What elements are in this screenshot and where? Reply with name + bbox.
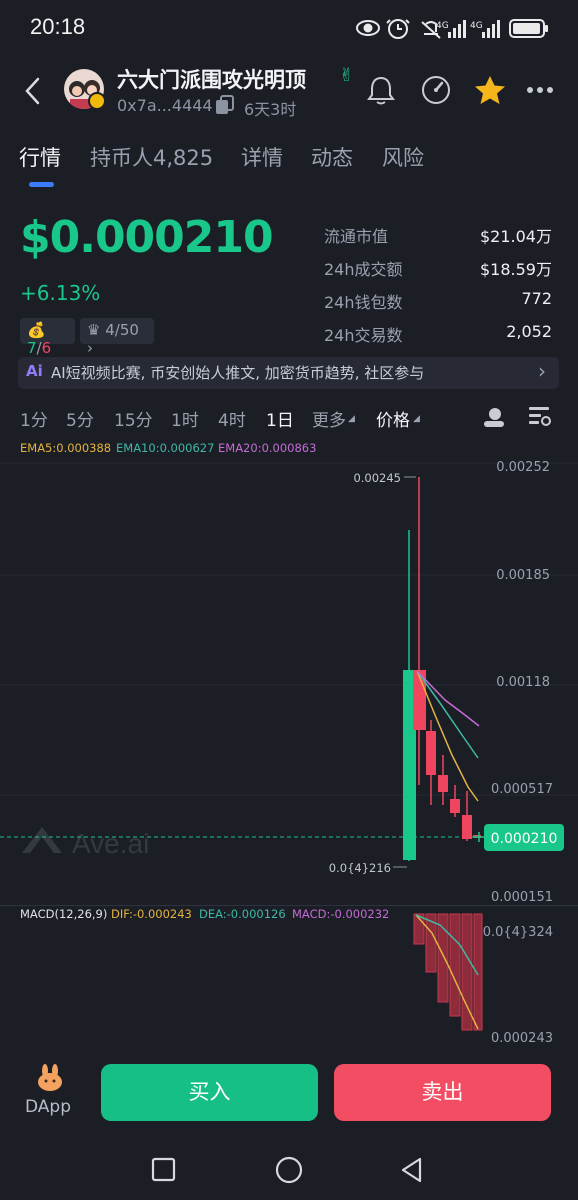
stat-trades: 24h交易数 2,052	[324, 322, 552, 345]
candle-down	[426, 731, 436, 775]
recent-apps-icon[interactable]	[151, 1157, 177, 1183]
price-change: +6.13%	[20, 281, 101, 305]
bnb-chain-icon	[88, 92, 106, 110]
action-bar: DApp 买入 卖出	[0, 1045, 578, 1133]
candlestick-chart[interactable]: Ave.ai 0.00245 0.0{4}216 0.00252 0.00185…	[0, 455, 578, 905]
crosshair-icon	[474, 832, 484, 842]
tf-more[interactable]: 更多	[312, 406, 346, 431]
tf-15m[interactable]: 15分	[114, 406, 153, 431]
back-arrow-icon[interactable]	[22, 76, 44, 106]
crown-icon: ♛	[87, 321, 101, 339]
axis-label: 0.00185	[496, 568, 550, 583]
token-name: 六大门派围攻光明顶	[117, 68, 306, 92]
status-icons: 4G 4G	[356, 19, 548, 39]
ai-summary-text: AI短视频比赛, 币安创始人推文, 加密货币趋势, 社区参与	[51, 364, 425, 382]
high-price-label: 0.00245	[353, 471, 401, 485]
money-bag-icon: 💰	[27, 321, 46, 339]
tab-details[interactable]: 详情	[241, 142, 283, 172]
tab-market[interactable]: 行情	[19, 142, 61, 172]
token-header: 六大门派围攻光明顶 ✌ 0x7a...4444 6天3时	[0, 56, 578, 128]
axis-label: 0.00118	[496, 675, 550, 690]
svg-text:Ave.ai: Ave.ai	[72, 828, 149, 859]
more-options-icon[interactable]	[526, 86, 554, 94]
tab-holders[interactable]: 持币人4,825	[90, 142, 213, 172]
tab-bar: 行情 持币人4,825 详情 动态 风险	[0, 138, 578, 190]
ai-icon: Ai	[26, 362, 43, 380]
stat-market-cap: 流通市值 $21.04万	[324, 227, 552, 246]
candle-down	[462, 815, 472, 839]
speed-gauge-icon[interactable]	[419, 74, 453, 106]
tf-4h[interactable]: 4时	[218, 406, 246, 431]
home-icon[interactable]	[274, 1155, 304, 1185]
candles	[403, 477, 481, 861]
tf-5m[interactable]: 5分	[66, 406, 94, 431]
ema10-label: EMA10:0.000627	[116, 441, 215, 455]
back-icon[interactable]	[398, 1156, 426, 1184]
ranking-chip[interactable]: ♛ 4/50 ›	[80, 318, 154, 357]
candle-down	[450, 799, 460, 813]
svg-text:4G: 4G	[470, 21, 483, 31]
macd-chart[interactable]: 0.0{4}324 0.000243	[0, 905, 578, 1045]
chart-settings-icon[interactable]	[527, 404, 553, 430]
copy-icon[interactable]	[214, 94, 236, 116]
favorite-star-icon[interactable]	[473, 74, 507, 106]
macd-axis-top: 0.0{4}324	[483, 925, 553, 940]
tf-price[interactable]: 价格	[376, 406, 410, 431]
chevron-right-icon: ›	[538, 359, 546, 383]
more-dropdown-icon: ◢	[348, 414, 355, 424]
candle-down	[438, 775, 448, 792]
macd-histogram	[413, 913, 483, 1031]
token-address[interactable]: 0x7a...4444	[117, 96, 213, 115]
verified-hand-icon: ✌	[339, 65, 355, 86]
tf-1h[interactable]: 1时	[171, 406, 199, 431]
indicator-toggle-icon[interactable]	[481, 404, 507, 430]
tab-risk[interactable]: 风险	[382, 142, 424, 172]
dapp-button[interactable]: DApp	[22, 1057, 78, 1123]
svg-text:4G: 4G	[436, 21, 449, 31]
token-age: 6天3时	[244, 100, 297, 119]
tf-1m[interactable]: 1分	[20, 406, 48, 431]
price-dropdown-icon: ◢	[413, 414, 420, 424]
status-bar: 20:18 4G 4G	[0, 0, 578, 56]
axis-label: 0.00252	[496, 460, 550, 475]
chevron-right-icon: ›	[87, 339, 93, 357]
tax-chip[interactable]: 💰7/6	[20, 318, 75, 357]
ema20-line	[416, 670, 480, 727]
system-nav-bar	[0, 1133, 578, 1200]
sell-button[interactable]: 卖出	[334, 1064, 551, 1121]
stat-wallets: 24h钱包数 772	[324, 289, 552, 312]
chart-grid	[0, 462, 578, 796]
tf-1d[interactable]: 1日	[266, 406, 294, 431]
app-screen: 20:18 4G 4G 六大门派围攻光明顶 ✌ 0x7a...4444 6天3时…	[0, 0, 578, 1200]
tab-activity[interactable]: 动态	[311, 142, 353, 172]
axis-label: 0.000517	[491, 782, 553, 797]
watermark-logo: Ave.ai	[22, 827, 149, 859]
current-price-tag-text: 0.000210	[491, 831, 558, 847]
bell-icon[interactable]	[366, 74, 396, 106]
active-tab-indicator	[29, 182, 54, 187]
macd-axis-bottom: 0.000243	[491, 1031, 553, 1045]
ema5-label: EMA5:0.000388	[20, 441, 112, 455]
stat-volume: 24h成交额 $18.59万	[324, 260, 552, 279]
ema20-label: EMA20:0.000863	[218, 441, 317, 455]
status-time: 20:18	[30, 14, 86, 39]
pancake-bunny-icon	[38, 1064, 62, 1091]
buy-button[interactable]: 买入	[101, 1064, 318, 1121]
axis-label: 0.000151	[491, 890, 553, 905]
current-price: $0.000210	[20, 212, 274, 263]
low-price-label: 0.0{4}216	[329, 861, 391, 875]
ai-summary-banner[interactable]: Ai AI短视频比赛, 币安创始人推文, 加密货币趋势, 社区参与 ›	[18, 357, 559, 389]
